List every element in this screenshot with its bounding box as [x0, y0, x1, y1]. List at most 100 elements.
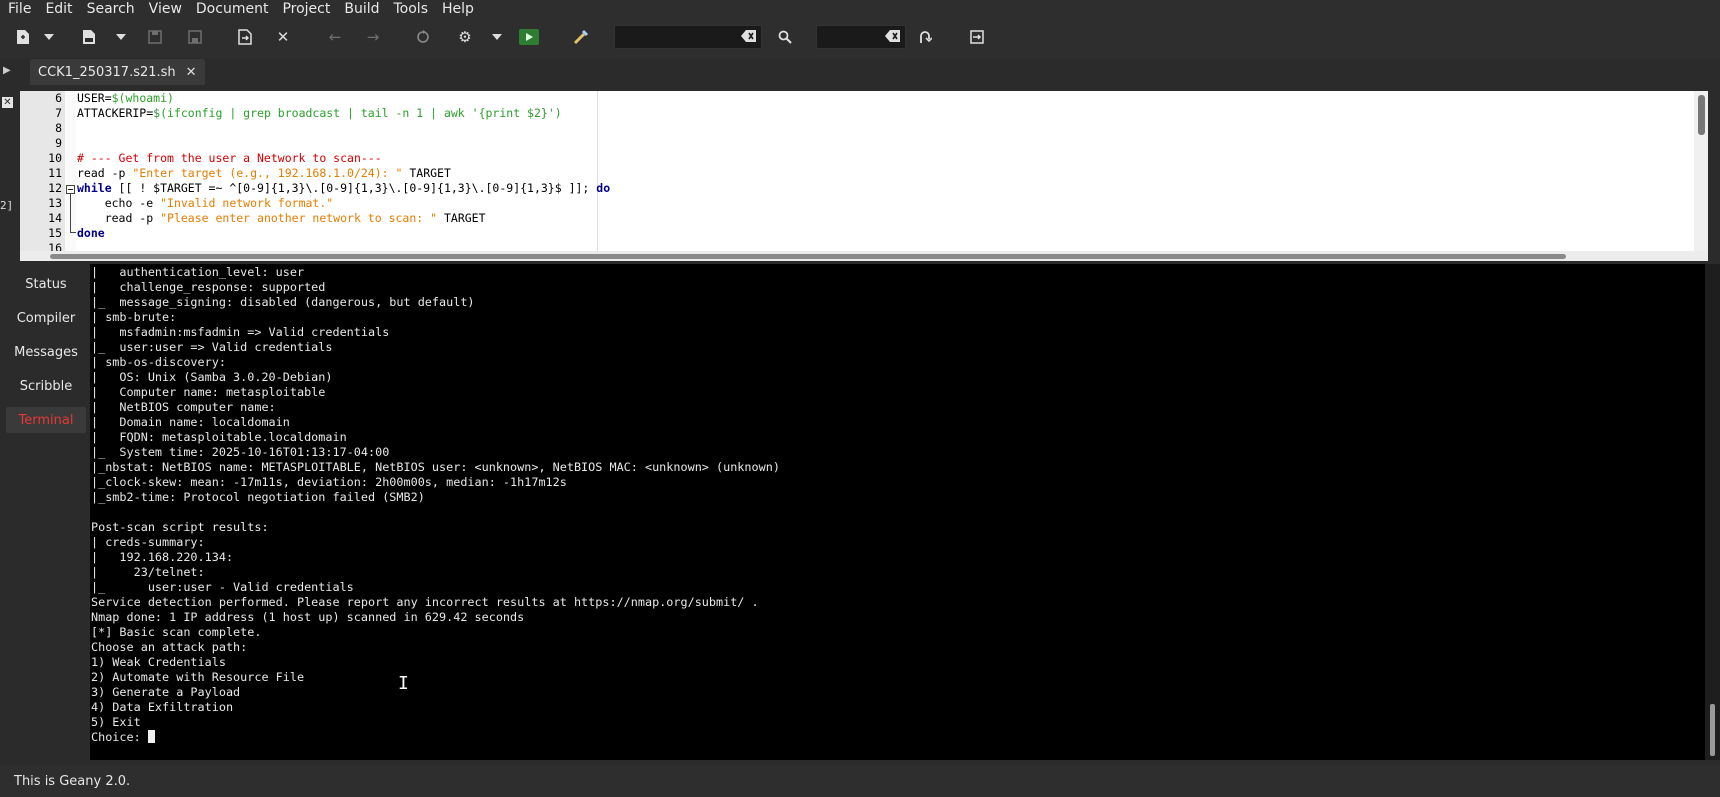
- new-file-icon[interactable]: [10, 24, 36, 50]
- close-file-icon[interactable]: ✕: [270, 24, 296, 50]
- code-token: read -p: [77, 211, 161, 225]
- code-line-12: while [[ ! $TARGET =~ ^[0-9]{1,3}\.[0-9]…: [77, 181, 610, 196]
- editor-horizontal-scrollbar[interactable]: [20, 251, 1708, 261]
- terminal-scrollbar[interactable]: [1705, 264, 1720, 760]
- toolbar: ✕ ← → ⚙: [0, 18, 1720, 58]
- code-line-11: read -p "Enter target (e.g., 192.168.1.0…: [77, 166, 451, 181]
- terminal-line: | creds-summary:: [91, 535, 205, 549]
- code-line-10: # --- Get from the user a Network to sca…: [77, 151, 382, 165]
- terminal-line: | smb-os-discovery:: [91, 355, 226, 369]
- terminal-line: | challenge_response: supported: [91, 280, 326, 294]
- sidebar-toggle-arrow-icon[interactable]: ▶: [3, 65, 11, 76]
- code-token: TARGET: [402, 166, 451, 180]
- terminal-line: | smb-brute:: [91, 310, 177, 324]
- terminal-line: 1) Weak Credentials: [91, 655, 226, 669]
- run-icon[interactable]: [516, 24, 542, 50]
- terminal-line: Nmap done: 1 IP address (1 host up) scan…: [91, 610, 525, 624]
- save-all-icon[interactable]: [182, 24, 208, 50]
- terminal-line: | msfadmin:msfadmin => Valid credentials: [91, 325, 390, 339]
- quit-icon[interactable]: [964, 24, 990, 50]
- search-input[interactable]: [615, 26, 761, 48]
- forward-icon[interactable]: →: [360, 24, 386, 50]
- terminal-line: | 192.168.220.134:: [91, 550, 234, 564]
- message-window-tabs: Status Compiler Messages Scribble Termin…: [0, 264, 90, 760]
- menu-tools[interactable]: Tools: [386, 0, 435, 18]
- menu-help[interactable]: Help: [434, 0, 480, 18]
- terminal-line: |_ user:user => Valid credentials: [91, 340, 333, 354]
- terminal-line: 2) Automate with Resource File: [91, 670, 305, 684]
- fold-margin: [65, 91, 76, 251]
- line-number: 13: [48, 196, 62, 210]
- terminal-output[interactable]: | authentication_level: user | challenge…: [90, 264, 1705, 760]
- tab-messages[interactable]: Messages: [6, 339, 86, 365]
- line-number: 14: [48, 211, 62, 225]
- menu-project[interactable]: Project: [274, 0, 336, 18]
- tab-cck1-script[interactable]: CCK1_250317.s21.sh ✕: [30, 59, 205, 85]
- clear-search-icon[interactable]: [741, 29, 757, 47]
- terminal-line: |_clock-skew: mean: -17m11s, deviation: …: [91, 475, 567, 489]
- terminal-line: | FQDN: metasploitable.localdomain: [91, 430, 347, 444]
- clear-goto-icon[interactable]: [885, 29, 901, 47]
- menu-edit[interactable]: Edit: [37, 0, 78, 18]
- reload-icon[interactable]: [410, 24, 436, 50]
- menu-build[interactable]: Build: [336, 0, 385, 18]
- terminal-line: |_ user:user - Valid credentials: [91, 580, 354, 594]
- gear-icon[interactable]: ⚙: [452, 24, 478, 50]
- tab-scribble[interactable]: Scribble: [6, 373, 86, 399]
- menu-view[interactable]: View: [141, 0, 188, 18]
- terminal-line: | OS: Unix (Samba 3.0.20-Debian): [91, 370, 333, 384]
- tab-status[interactable]: Status: [6, 271, 86, 297]
- menu-search[interactable]: Search: [79, 0, 141, 18]
- back-icon[interactable]: ←: [322, 24, 348, 50]
- code-token: echo -e: [77, 196, 161, 210]
- sidebar-close-icon[interactable]: ✕: [2, 97, 13, 108]
- line-number: 9: [55, 136, 62, 150]
- terminal-scroll-thumb[interactable]: [1710, 704, 1715, 756]
- menu-document[interactable]: Document: [188, 0, 275, 18]
- terminal-line: Post-scan script results:: [91, 520, 269, 534]
- goto-line-field[interactable]: [816, 25, 906, 49]
- terminal-prompt-line[interactable]: Choice:: [91, 730, 155, 745]
- terminal-prompt: Choice:: [91, 730, 148, 744]
- search-field[interactable]: [614, 25, 762, 49]
- search-icon[interactable]: [772, 24, 798, 50]
- menu-file[interactable]: File: [0, 0, 37, 18]
- tab-compiler[interactable]: Compiler: [6, 305, 86, 331]
- tab-label: CCK1_250317.s21.sh: [38, 64, 176, 80]
- code-editor[interactable]: 6 7 8 9 10 11 12 13 14 15 16 USER=$(whoa…: [20, 91, 1708, 251]
- open-file-icon[interactable]: [76, 24, 102, 50]
- editor-vertical-scroll-thumb[interactable]: [1698, 95, 1705, 135]
- fold-minus-icon[interactable]: [66, 185, 75, 194]
- terminal-line: Choose an attack path:: [91, 640, 248, 654]
- terminal-line: | Domain name: localdomain: [91, 415, 290, 429]
- terminal-cursor: [147, 730, 155, 743]
- editor-horizontal-scroll-thumb[interactable]: [50, 254, 1566, 259]
- revert-icon[interactable]: [232, 24, 258, 50]
- build-dropdown-icon[interactable]: [490, 24, 504, 50]
- terminal-line: |_ message_signing: disabled (dangerous,…: [91, 295, 475, 309]
- color-chooser-icon[interactable]: [568, 24, 594, 50]
- line-number: 11: [48, 166, 62, 180]
- terminal-line: | 23/telnet:: [91, 565, 205, 579]
- terminal-line: [*] Basic scan complete.: [91, 625, 262, 639]
- menu-bar: File Edit Search View Document Project B…: [0, 0, 1720, 18]
- save-icon[interactable]: [142, 24, 168, 50]
- tab-close-icon[interactable]: ✕: [186, 65, 197, 80]
- line-number: 12: [48, 181, 62, 195]
- jump-to-line-icon[interactable]: [912, 24, 938, 50]
- new-file-dropdown-icon[interactable]: [42, 24, 56, 50]
- terminal-line: Service detection performed. Please repo…: [91, 595, 759, 609]
- terminal-line: 5) Exit: [91, 715, 141, 729]
- code-line-13: echo -e "Invalid network format.": [77, 196, 334, 211]
- code-line-7: ATTACKERIP=$(ifconfig | grep broadcast |…: [77, 106, 562, 121]
- recent-files-dropdown-icon[interactable]: [114, 24, 128, 50]
- code-line-15: done: [77, 226, 105, 240]
- fold-end: [70, 232, 76, 233]
- code-area[interactable]: USER=$(whoami) ATTACKERIP=$(ifconfig | g…: [77, 91, 1694, 251]
- code-token: do: [596, 181, 611, 195]
- line-number: 7: [55, 106, 62, 120]
- document-tab-bar: ▶ CCK1_250317.s21.sh ✕: [0, 58, 1720, 87]
- margin-marker: 2]: [0, 199, 14, 212]
- tab-terminal[interactable]: Terminal: [6, 407, 86, 433]
- editor-vertical-scrollbar[interactable]: [1694, 91, 1708, 251]
